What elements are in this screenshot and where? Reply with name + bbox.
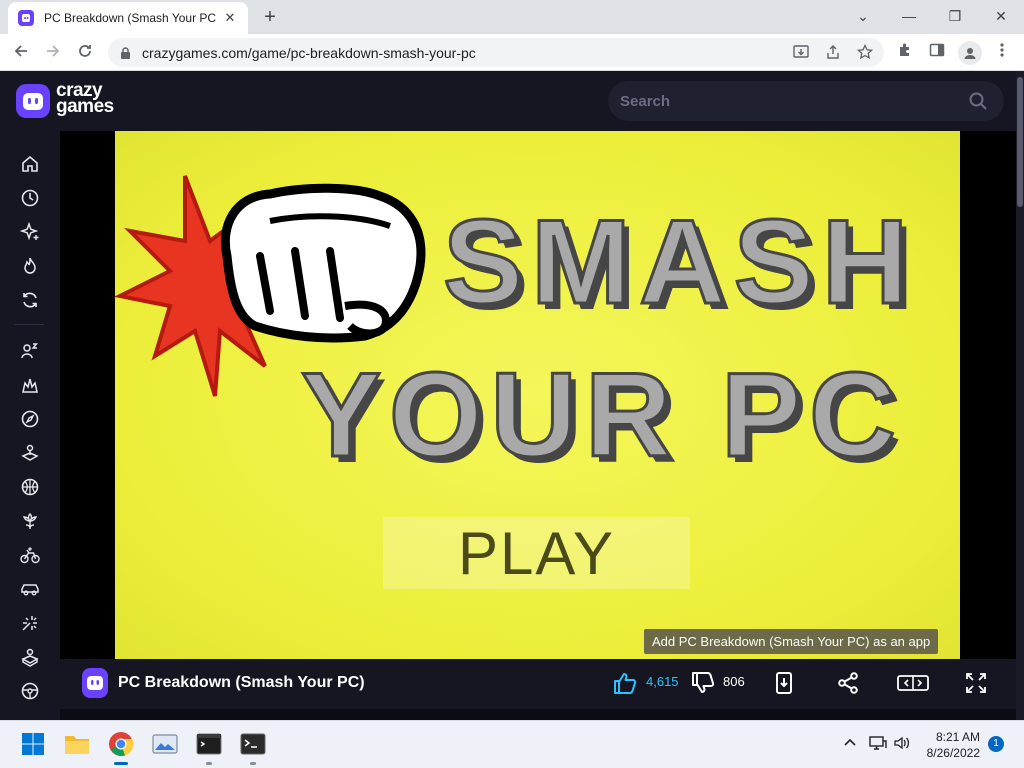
browser-tab-bar: PC Breakdown (Smash Your PC) ✕ + ⌄ — ❐ ✕ bbox=[0, 0, 1024, 34]
tab-title: PC Breakdown (Smash Your PC) bbox=[44, 11, 216, 25]
thumbs-down-icon[interactable] bbox=[689, 669, 717, 697]
shooting-icon[interactable] bbox=[18, 611, 42, 635]
multiplayer-icon[interactable] bbox=[18, 339, 42, 363]
joystick-icon[interactable] bbox=[18, 441, 42, 465]
image-viewer-icon[interactable] bbox=[151, 730, 179, 758]
crazygames-favicon-icon bbox=[18, 10, 34, 26]
browser-tab[interactable]: PC Breakdown (Smash Your PC) ✕ bbox=[8, 2, 248, 34]
dislike-count: 806 bbox=[723, 674, 745, 689]
lock-icon bbox=[120, 46, 132, 59]
command-prompt-icon[interactable] bbox=[239, 730, 267, 758]
site-logo-text[interactable]: crazy games bbox=[56, 81, 114, 117]
thumbs-up-icon[interactable] bbox=[611, 669, 639, 697]
windows-start-icon[interactable] bbox=[19, 730, 47, 758]
extensions-puzzle-icon[interactable] bbox=[894, 42, 916, 64]
category-sidebar bbox=[0, 131, 60, 720]
refresh-icon[interactable] bbox=[18, 288, 42, 312]
maximize-button[interactable]: ❐ bbox=[932, 4, 978, 28]
scrollbar-thumb[interactable] bbox=[1017, 77, 1023, 207]
logo-line-games: games bbox=[56, 96, 114, 117]
game-title-line-2: YOUR PC bbox=[300, 347, 904, 484]
share-page-icon[interactable] bbox=[824, 44, 842, 62]
file-explorer-icon[interactable] bbox=[63, 730, 91, 758]
chrome-active-indicator bbox=[114, 762, 128, 765]
theater-mode-icon[interactable] bbox=[896, 669, 930, 697]
install-app-icon[interactable] bbox=[792, 44, 810, 62]
close-window-button[interactable]: ✕ bbox=[978, 4, 1024, 28]
side-panel-icon[interactable] bbox=[926, 42, 948, 64]
back-arrow-icon[interactable] bbox=[8, 40, 34, 66]
steering-icon[interactable] bbox=[18, 679, 42, 703]
game-name: PC Breakdown (Smash Your PC) bbox=[118, 674, 365, 691]
game-logo-icon bbox=[82, 668, 108, 698]
browser-toolbar: crazygames.com/game/pc-breakdown-smash-y… bbox=[0, 34, 1024, 71]
command-prompt-running-indicator bbox=[250, 762, 256, 765]
network-icon[interactable] bbox=[869, 735, 887, 754]
action-icon[interactable] bbox=[18, 373, 42, 397]
install-app-button-icon[interactable] bbox=[770, 669, 798, 697]
bicycle-icon[interactable] bbox=[18, 543, 42, 567]
profile-avatar-icon[interactable] bbox=[958, 41, 982, 65]
windows-taskbar: 8:21 AM 8/26/2022 1 bbox=[0, 720, 1024, 768]
like-count: 4,615 bbox=[646, 674, 679, 689]
car-icon[interactable] bbox=[18, 577, 42, 601]
site-search-box[interactable] bbox=[608, 81, 1004, 121]
flower-icon[interactable] bbox=[18, 509, 42, 533]
search-icon[interactable] bbox=[968, 91, 988, 111]
page-below-game bbox=[60, 709, 1016, 720]
crazygames-logo-icon[interactable] bbox=[16, 84, 50, 118]
page-scrollbar[interactable] bbox=[1016, 71, 1024, 720]
fire-icon[interactable] bbox=[18, 254, 42, 278]
sparkle-icon[interactable] bbox=[18, 220, 42, 244]
chrome-icon[interactable] bbox=[107, 730, 135, 758]
system-clock[interactable]: 8:21 AM 8/26/2022 bbox=[912, 729, 980, 761]
game-frame: SMASH YOUR PC PLAY bbox=[60, 131, 1016, 659]
fullscreen-icon[interactable] bbox=[962, 669, 990, 697]
search-input[interactable] bbox=[620, 92, 940, 110]
puzzle-icon[interactable] bbox=[18, 645, 42, 669]
reload-icon[interactable] bbox=[72, 40, 98, 66]
site-header: crazy games bbox=[0, 71, 1024, 131]
tab-close-icon[interactable]: ✕ bbox=[222, 10, 238, 26]
notification-badge[interactable]: 1 bbox=[988, 736, 1004, 752]
clock-date: 8/26/2022 bbox=[926, 746, 980, 760]
terminal-icon[interactable] bbox=[195, 730, 223, 758]
play-button[interactable]: PLAY bbox=[383, 517, 690, 589]
clock-icon[interactable] bbox=[18, 186, 42, 210]
forward-arrow-icon[interactable] bbox=[40, 40, 66, 66]
bookmark-star-icon[interactable] bbox=[856, 43, 874, 62]
tab-search-icon[interactable]: ⌄ bbox=[840, 4, 886, 28]
minimize-button[interactable]: — bbox=[886, 4, 932, 28]
game-canvas[interactable]: SMASH YOUR PC PLAY bbox=[115, 131, 960, 659]
home-icon[interactable] bbox=[18, 152, 42, 176]
address-bar[interactable]: crazygames.com/game/pc-breakdown-smash-y… bbox=[108, 38, 884, 67]
terminal-running-indicator bbox=[206, 762, 212, 765]
volume-icon[interactable] bbox=[893, 735, 911, 754]
browser-menu-icon[interactable] bbox=[991, 42, 1013, 64]
tray-overflow-icon[interactable] bbox=[843, 735, 857, 752]
compass-icon[interactable] bbox=[18, 407, 42, 431]
install-app-tooltip: Add PC Breakdown (Smash Your PC) as an a… bbox=[644, 629, 939, 654]
clock-time: 8:21 AM bbox=[935, 730, 980, 744]
url-text: crazygames.com/game/pc-breakdown-smash-y… bbox=[142, 44, 476, 61]
sidebar-divider bbox=[14, 324, 44, 325]
share-icon[interactable] bbox=[834, 669, 862, 697]
basketball-icon[interactable] bbox=[18, 475, 42, 499]
new-tab-button[interactable]: + bbox=[258, 6, 282, 30]
game-title-line-1: SMASH bbox=[441, 194, 917, 331]
game-info-bar: PC Breakdown (Smash Your PC) 4,615 806 bbox=[60, 659, 1016, 709]
